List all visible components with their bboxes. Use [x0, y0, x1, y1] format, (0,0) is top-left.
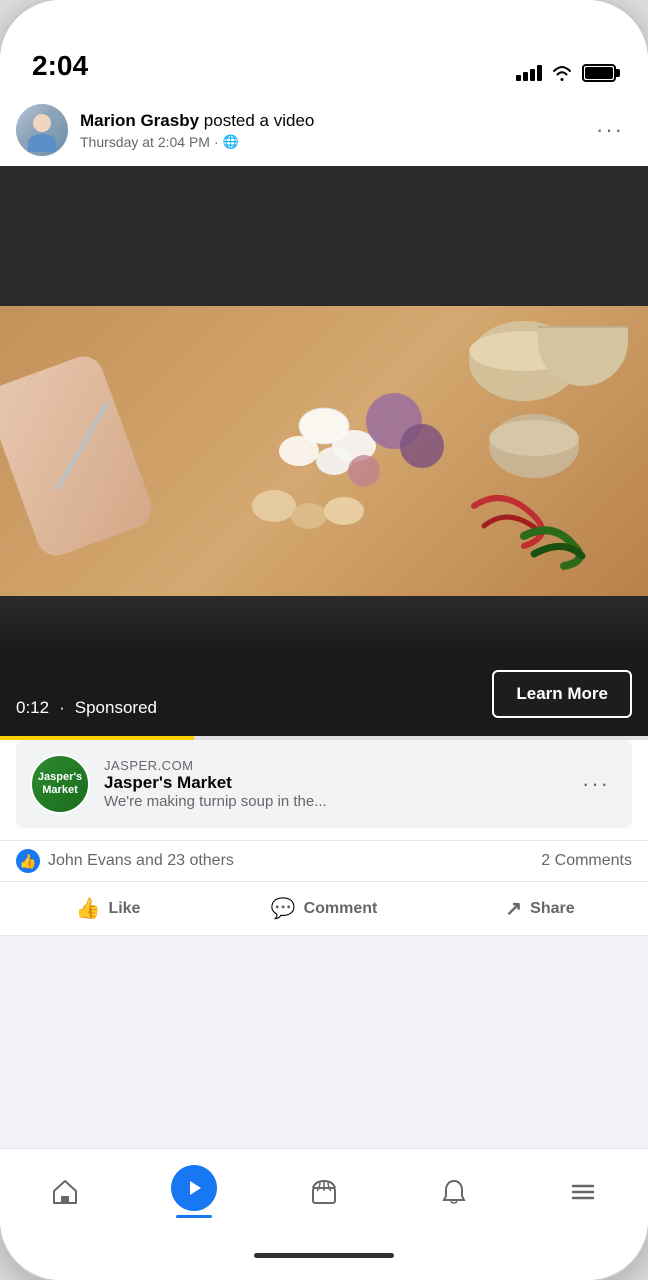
battery-icon: [582, 64, 616, 82]
nav-home[interactable]: [0, 1174, 130, 1210]
signal-icon: [516, 65, 542, 81]
comment-label: Comment: [304, 900, 378, 918]
home-indicator: [254, 1253, 394, 1258]
ad-logo: Jasper'sMarket: [30, 754, 90, 814]
video-dot: ·: [59, 698, 65, 718]
ad-name[interactable]: Jasper's Market: [104, 773, 327, 793]
nav-notifications[interactable]: [389, 1174, 519, 1210]
sponsored-label: Sponsored: [75, 698, 157, 718]
video-timer: 0:12: [16, 698, 49, 718]
more-options-button[interactable]: ···: [588, 113, 632, 147]
share-label: Share: [530, 900, 574, 918]
comments-count[interactable]: 2 Comments: [541, 852, 632, 870]
wifi-icon: [550, 64, 574, 82]
reactions-text[interactable]: John Evans and 23 others: [48, 852, 234, 870]
post-author-name[interactable]: Marion Grasby: [80, 111, 199, 130]
like-icon: 👍: [76, 896, 101, 921]
ad-domain: JASPER.COM: [104, 758, 327, 773]
status-time: 2:04: [32, 50, 88, 82]
ad-description: We're making turnip soup in the...: [104, 793, 327, 810]
reactions-bar: 👍 John Evans and 23 others 2 Comments: [0, 840, 648, 882]
post-timestamp: Thursday at 2:04 PM · 🌐: [80, 134, 314, 150]
like-button[interactable]: 👍 Like: [0, 886, 216, 931]
phone-notch: [244, 0, 404, 36]
video-scene: [0, 306, 648, 596]
nav-video[interactable]: [130, 1161, 260, 1222]
ad-card[interactable]: Jasper'sMarket JASPER.COM Jasper's Marke…: [16, 740, 632, 828]
home-icon: [51, 1178, 79, 1206]
phone-frame: 2:04: [0, 0, 648, 1280]
nav-active-indicator: [176, 1215, 212, 1218]
share-button[interactable]: ↗ Share: [432, 886, 648, 931]
share-icon: ↗: [505, 896, 522, 921]
bottom-nav: [0, 1148, 648, 1230]
ad-more-options-button[interactable]: ···: [574, 767, 618, 801]
video-overlay: 0:12 · Sponsored Learn More: [0, 656, 648, 736]
video-progress-bar[interactable]: [0, 736, 648, 740]
marketplace-icon: [310, 1178, 338, 1206]
menu-icon: [569, 1178, 597, 1206]
nav-marketplace[interactable]: [259, 1174, 389, 1210]
video-container[interactable]: 0:12 · Sponsored Learn More: [0, 166, 648, 736]
action-buttons: 👍 Like 💬 Comment ↗ Share: [0, 882, 648, 936]
bell-icon: [440, 1178, 468, 1206]
video-top-dark: [0, 166, 648, 306]
content-area: Marion Grasby posted a video Thursday at…: [0, 90, 648, 1148]
post-card: Marion Grasby posted a video Thursday at…: [0, 90, 648, 936]
globe-icon: 🌐: [223, 134, 239, 150]
learn-more-button[interactable]: Learn More: [492, 670, 632, 718]
comment-icon: 💬: [271, 896, 296, 921]
like-label: Like: [108, 900, 140, 918]
video-progress-fill: [0, 736, 194, 740]
video-nav-button[interactable]: [171, 1165, 217, 1211]
post-meta: Marion Grasby posted a video Thursday at…: [80, 110, 314, 150]
comment-button[interactable]: 💬 Comment: [216, 886, 432, 931]
status-icons: [516, 64, 616, 82]
like-badge: 👍: [16, 849, 40, 873]
post-action-text: posted a video: [204, 111, 315, 130]
phone-bottom-bar: [0, 1230, 648, 1280]
avatar[interactable]: [16, 104, 68, 156]
nav-menu[interactable]: [518, 1174, 648, 1210]
post-header: Marion Grasby posted a video Thursday at…: [0, 90, 648, 166]
